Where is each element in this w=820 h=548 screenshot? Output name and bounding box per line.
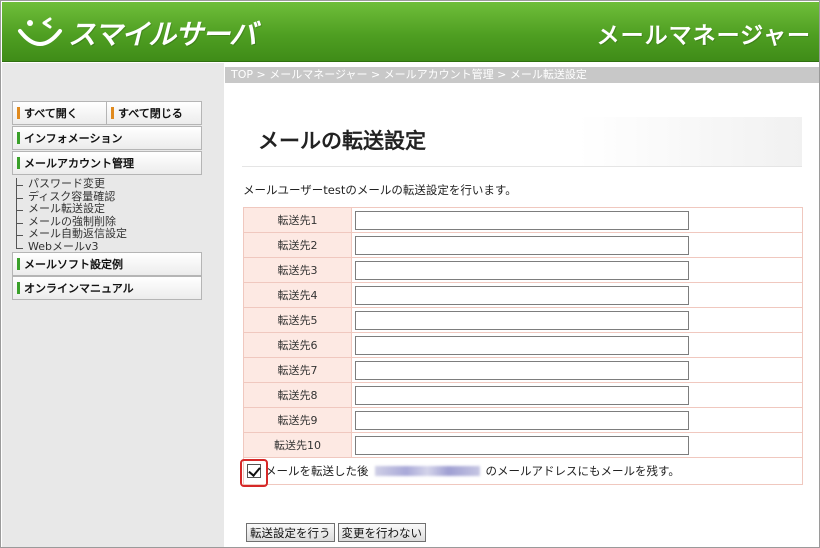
redacted-address [374, 466, 480, 476]
forward-label: 転送先6 [243, 332, 352, 358]
forward-label: 転送先7 [243, 357, 352, 383]
sidebar-item-label: オンラインマニュアル [24, 282, 134, 295]
forward-label: 転送先9 [243, 407, 352, 433]
submenu-item-mail-forward[interactable]: メール転送設定 [16, 202, 206, 216]
close-all-button[interactable]: すべて閉じる [107, 101, 202, 125]
forward-value-cell [351, 257, 803, 283]
brand-logo[interactable]: スマイルサーバ [16, 12, 257, 54]
forward-label: 転送先5 [243, 307, 352, 333]
forward-value-cell [351, 407, 803, 433]
header: スマイルサーバ メールマネージャー [2, 2, 819, 62]
sidebar-item-mail-account[interactable]: メールアカウント管理 [12, 151, 202, 175]
app-title: メールマネージャー [596, 23, 811, 49]
green-bar-icon [17, 282, 20, 294]
forward-value-cell [351, 332, 803, 358]
keep-copy-label-after: のメールアドレスにもメールを残す。 [485, 464, 680, 478]
sidebar-item-label: メールアカウント管理 [24, 157, 134, 170]
cancel-button[interactable]: 変更を行わない [337, 523, 426, 542]
brand-name: スマイルサーバ [68, 18, 257, 51]
forward-row: 転送先8 [243, 382, 803, 408]
sidebar-item-information[interactable]: インフォメーション [12, 126, 202, 150]
smile-icon [18, 17, 62, 46]
title-area: メールの転送設定 [242, 117, 802, 167]
orange-bar-icon [17, 107, 20, 119]
sidebar-item-online-manual[interactable]: オンラインマニュアル [12, 276, 202, 300]
forward-value-cell [351, 307, 803, 333]
sidebar-item-mail-soft[interactable]: メールソフト設定例 [12, 252, 202, 276]
forward-label: 転送先10 [243, 432, 352, 458]
keep-copy-label-before: メールを転送した後 [265, 464, 369, 478]
sidebar-item-label: インフォメーション [24, 132, 123, 145]
keep-copy-cell: メールを転送した後 のメールアドレスにもメールを残す。 [240, 457, 803, 487]
page-title: メールの転送設定 [258, 129, 426, 153]
forward-row: 転送先9 [243, 407, 803, 433]
keep-copy-option: メールを転送した後 のメールアドレスにもメールを残す。 [240, 459, 802, 487]
form-buttons: 転送設定を行う 変更を行わない [246, 523, 426, 542]
forward-label: 転送先2 [243, 232, 352, 258]
orange-bar-icon [111, 107, 114, 119]
forward-address-input-3[interactable] [355, 260, 689, 280]
submit-button[interactable]: 転送設定を行う [246, 523, 335, 542]
forward-label: 転送先3 [243, 257, 352, 283]
breadcrumb[interactable]: TOP > メールマネージャー > メールアカウント管理 > メール転送設定 [225, 67, 819, 83]
forward-label: 転送先1 [243, 207, 352, 233]
sidebar: すべて開く すべて閉じる インフォメーション メールアカウント管理 パスワード変… [2, 63, 224, 547]
forward-address-input-5[interactable] [355, 310, 689, 330]
forward-row: 転送先5 [243, 307, 803, 333]
forward-address-input-1[interactable] [355, 210, 689, 230]
forward-value-cell [351, 382, 803, 408]
open-all-button[interactable]: すべて開く [12, 101, 107, 125]
green-bar-icon [17, 157, 20, 169]
forward-value-cell [351, 232, 803, 258]
forward-row: 転送先6 [243, 332, 803, 358]
sidebar-item-label: メールソフト設定例 [24, 258, 123, 271]
close-all-label: すべて閉じる [118, 107, 183, 120]
forward-row: 転送先4 [243, 282, 803, 308]
forward-value-cell [351, 432, 803, 458]
forward-row: 転送先2 [243, 232, 803, 258]
keep-copy-checkbox[interactable] [247, 464, 261, 478]
page-description: メールユーザーtestのメールの転送設定を行います。 [243, 183, 517, 197]
forward-row: 転送先10 [243, 432, 803, 458]
forward-settings-table: 転送先1 転送先2 転送先3 転送先4 転送先5 転送先6 転送先7 転送先8 転送先9 転送先1… [240, 207, 803, 487]
forward-row: 転送先1 [243, 207, 803, 233]
submenu-item-auto-reply[interactable]: メール自動返信設定 [16, 227, 206, 241]
forward-value-cell [351, 282, 803, 308]
forward-value-cell [351, 357, 803, 383]
green-bar-icon [17, 132, 20, 144]
forward-address-input-4[interactable] [355, 285, 689, 305]
forward-value-cell [351, 207, 803, 233]
keep-copy-row: メールを転送した後 のメールアドレスにもメールを残す。 [240, 457, 803, 487]
open-all-label: すべて開く [24, 107, 78, 120]
mail-account-submenu: パスワード変更 ディスク容量確認 メール転送設定 メールの強制削除 メール自動返… [16, 177, 206, 253]
forward-row: 転送先7 [243, 357, 803, 383]
forward-address-input-7[interactable] [355, 360, 689, 380]
forward-address-input-9[interactable] [355, 410, 689, 430]
forward-address-input-8[interactable] [355, 385, 689, 405]
submenu-item-password[interactable]: パスワード変更 [16, 177, 206, 191]
forward-row: 転送先3 [243, 257, 803, 283]
green-bar-icon [17, 258, 20, 270]
forward-address-input-10[interactable] [355, 435, 689, 455]
app-window: スマイルサーバ メールマネージャー すべて開く すべて閉じる インフォメーション… [0, 0, 820, 548]
forward-address-input-2[interactable] [355, 235, 689, 255]
forward-label: 転送先8 [243, 382, 352, 408]
expand-controls: すべて開く すべて閉じる [12, 101, 202, 125]
forward-address-input-6[interactable] [355, 335, 689, 355]
forward-label: 転送先4 [243, 282, 352, 308]
